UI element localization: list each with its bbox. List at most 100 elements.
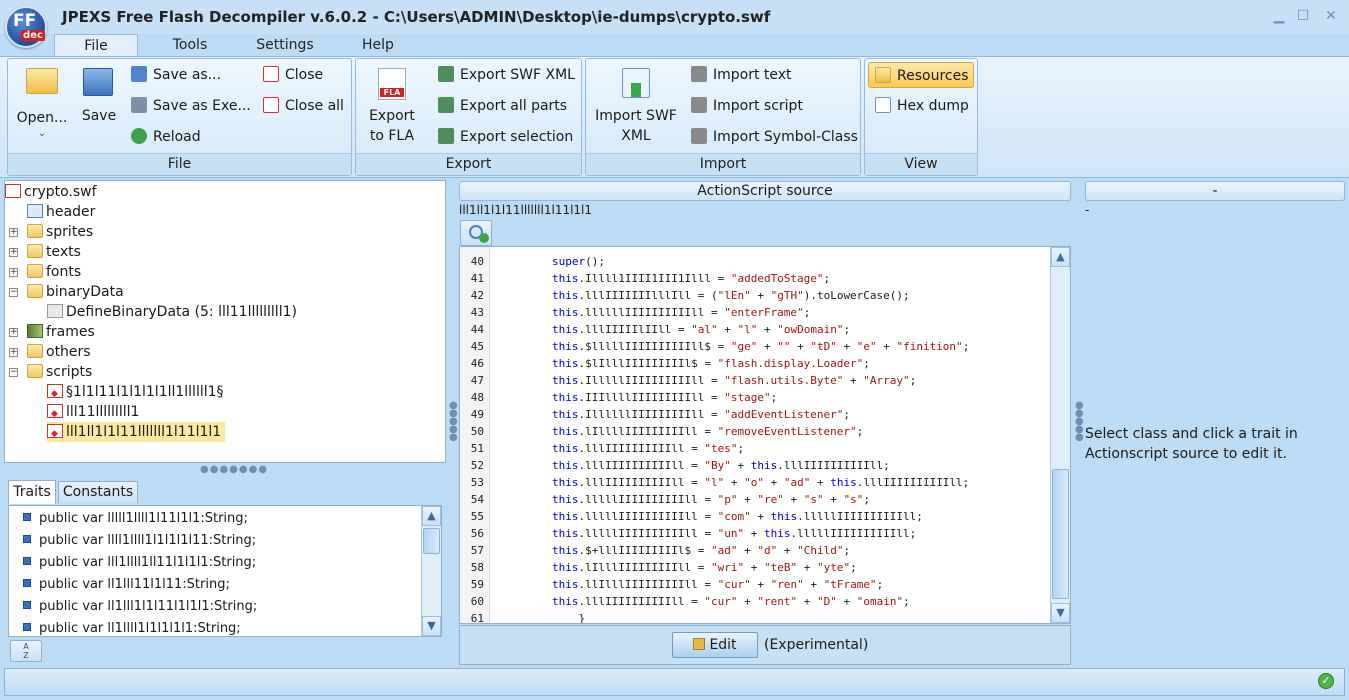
- sort-az-button[interactable]: A Z: [10, 640, 42, 662]
- expand-sprites-icon[interactable]: +: [9, 228, 18, 237]
- export-all-parts-button[interactable]: Export all parts: [438, 97, 567, 114]
- expand-frames-icon[interactable]: +: [9, 328, 18, 337]
- import-swf-xml-button[interactable]: Import SWF XML: [590, 62, 682, 152]
- right-vertical-splitter-handle[interactable]: ●●●●●: [1075, 401, 1084, 443]
- resource-tree[interactable]: crypto.swf header + sprites + texts + fo…: [4, 180, 446, 463]
- code-line[interactable]: 43 this.llllllIIIIIIIIIIll = "enterFrame"…: [460, 304, 811, 321]
- tree-item-header[interactable]: header: [27, 202, 95, 222]
- export-swf-xml-button[interactable]: Export SWF XML: [438, 66, 575, 83]
- code-line[interactable]: 52 this.lllIIIIIIIIIIll = "By" + this.lll…: [460, 457, 890, 474]
- code-keyword: this: [552, 578, 579, 591]
- tab-settings[interactable]: Settings: [248, 34, 322, 56]
- maximize-icon[interactable]: ☐: [1295, 8, 1311, 24]
- code-line[interactable]: 55 this.lllllIIIIIIIIIIll = "com" + this.…: [460, 508, 923, 525]
- resources-button[interactable]: Resources: [868, 62, 974, 88]
- scroll-down-icon[interactable]: ▼: [422, 616, 441, 636]
- scroll-down-icon[interactable]: ▼: [1051, 603, 1070, 623]
- tree-item-script-2[interactable]: lll11lllllllll1: [47, 402, 139, 424]
- tree-item-binarydata[interactable]: binaryData: [27, 282, 124, 302]
- trait-item[interactable]: public var ll1llll1l1l1l1l1:String;: [23, 618, 241, 636]
- horizontal-splitter-handle[interactable]: ●●●●●●●: [200, 464, 268, 475]
- close-window-icon[interactable]: ✕: [1323, 8, 1339, 24]
- code-line[interactable]: 51 this.lllIIIIIIIIIIll = "tes";: [460, 440, 744, 457]
- code-line[interactable]: 58 this.lIlllIIIIIIIIIll = "wri" + "teB" …: [460, 559, 857, 576]
- code-line[interactable]: 56 this.lllllIIIIIIIIIIll = "un" + this.l…: [460, 525, 917, 542]
- export-fla-button[interactable]: FLA Export to FLA: [360, 62, 424, 152]
- import-script-label: Import script: [713, 98, 803, 114]
- minimize-icon[interactable]: ▁: [1271, 8, 1287, 24]
- search-script-button[interactable]: [460, 220, 492, 246]
- code-line[interactable]: 54 this.lllllIIIIIIIIIIll = "p" + "re" + …: [460, 491, 870, 508]
- code-line[interactable]: 41 this.Illll1IIII1III1Illl = "addedToSta…: [460, 270, 830, 287]
- trait-item[interactable]: public var llll1llll1l1l1l1l11:String;: [23, 530, 256, 552]
- scroll-up-icon[interactable]: ▲: [1051, 247, 1070, 267]
- code-line[interactable]: 44 this.lllIIIIIlIIll = "al" + "l" + "owD…: [460, 321, 850, 338]
- tree-item-label: lll1ll1l1l11lllllll1l11l1l1: [66, 424, 222, 440]
- code-line[interactable]: 50 this.lIllllIIIIIIIIIll = "removeEventL…: [460, 423, 864, 440]
- code-line[interactable]: 47 this.IlllllIIIIIIIIIIll = "flash.utils…: [460, 372, 917, 389]
- tab-constants[interactable]: Constants: [58, 481, 138, 503]
- collapse-scripts-icon[interactable]: −: [9, 368, 18, 377]
- tree-item-script-1[interactable]: §1l1l11l1l1l1l1ll1llllll1§: [47, 382, 224, 404]
- code-scrollbar[interactable]: ▲ ▼: [1050, 247, 1070, 623]
- tab-tools[interactable]: Tools: [158, 34, 222, 56]
- app-logo-icon[interactable]: FF dec: [5, 6, 47, 48]
- code-line[interactable]: 61 }: [460, 610, 585, 623]
- close-button[interactable]: Close: [263, 66, 323, 83]
- tree-item-fonts[interactable]: fonts: [27, 262, 81, 282]
- tree-root[interactable]: crypto.swf: [5, 182, 97, 202]
- save-as-exe-button[interactable]: Save as Exe...: [131, 97, 251, 114]
- trait-item[interactable]: public var lllll1llll1l11l1l1:String;: [23, 508, 248, 530]
- tree-item-others[interactable]: others: [27, 342, 91, 362]
- save-button[interactable]: Save: [78, 62, 120, 150]
- tab-traits[interactable]: Traits: [8, 480, 56, 504]
- trait-item[interactable]: public var ll1lll11l1l11:String;: [23, 574, 230, 596]
- code-editor[interactable]: 40 super(); 41 this .Illll1IIII1III1Illl = "…: [459, 246, 1071, 624]
- open-dropdown-chevron-icon[interactable]: ⌄: [10, 128, 74, 139]
- line-number: 40: [470, 255, 484, 268]
- tree-item-sprites[interactable]: sprites: [27, 222, 93, 242]
- open-button[interactable]: Open... ⌄: [10, 62, 74, 150]
- tab-file[interactable]: File: [54, 34, 138, 56]
- code-line[interactable]: 45 this.$lllllIIIIIIIIIIll$ = "ge" + "" +…: [460, 338, 970, 355]
- trait-item[interactable]: public var lll1llll1ll11l1l1l1:String;: [23, 552, 256, 574]
- code-text: .lllIIIIIlIIll =: [578, 323, 692, 336]
- code-scroll-thumb[interactable]: [1052, 469, 1069, 599]
- import-text-button[interactable]: Import text: [691, 66, 792, 83]
- collapse-binarydata-icon[interactable]: −: [9, 288, 18, 297]
- code-line[interactable]: 59 this.llIlllIIIIIIIIIll = "cur" + "ren"…: [460, 576, 883, 593]
- code-line[interactable]: 53 this.lllIIIIIIIIIIll = "l" + "o" + "ad…: [460, 474, 970, 491]
- tree-item-definebinarydata[interactable]: DefineBinaryData (5: lll11lllllllll1): [47, 302, 297, 322]
- tree-item-texts[interactable]: texts: [27, 242, 81, 262]
- code-line[interactable]: 60 this.lllIIIIIIIIIIll = "cur" + "rent" …: [460, 593, 910, 610]
- code-line[interactable]: 49 this.IllllllIIIIIIIIIll = "addEventLis…: [460, 406, 850, 423]
- traits-scroll-thumb[interactable]: [423, 528, 440, 554]
- save-as-button[interactable]: Save as...: [131, 66, 221, 83]
- traits-scrollbar[interactable]: ▲ ▼: [421, 506, 441, 636]
- hex-dump-button[interactable]: Hex dump: [875, 97, 969, 114]
- tree-item-scripts[interactable]: scripts: [27, 362, 92, 382]
- edit-button[interactable]: Edit: [672, 632, 758, 658]
- code-line[interactable]: 40 super();: [460, 253, 605, 270]
- reload-button[interactable]: Reload: [131, 128, 201, 145]
- import-script-button[interactable]: Import script: [691, 97, 803, 114]
- tab-help[interactable]: Help: [352, 34, 404, 56]
- fla-badge: FLA: [380, 88, 404, 97]
- scroll-up-icon[interactable]: ▲: [422, 506, 441, 526]
- tree-item-frames[interactable]: frames: [27, 322, 95, 342]
- tree-item-label: frames: [46, 324, 95, 340]
- trait-item[interactable]: public var ll1lll1l1l11l1l1l1:String;: [23, 596, 257, 618]
- code-line[interactable]: 57 this.$+lllIIIIIIIIIl$ = "ad" + "d" + "…: [460, 542, 850, 559]
- import-symbol-class-button[interactable]: Import Symbol-Class: [691, 128, 858, 145]
- expand-fonts-icon[interactable]: +: [9, 268, 18, 277]
- expand-others-icon[interactable]: +: [9, 348, 18, 357]
- traits-list[interactable]: public var lllll1llll1l11l1l1:String; pu…: [8, 505, 442, 637]
- code-line[interactable]: 46 this.$lIlllIIIIIIIIIl$ = "flash.displa…: [460, 355, 870, 372]
- close-all-button[interactable]: Close all: [263, 97, 344, 114]
- code-line[interactable]: 42 this.lllIIIIIIIlllIll = ("lEn" + "gTH"…: [460, 287, 910, 304]
- expand-texts-icon[interactable]: +: [9, 248, 18, 257]
- export-selection-button[interactable]: Export selection: [438, 128, 573, 145]
- tree-item-script-3-selected[interactable]: lll1ll1l1l11lllllll1l11l1l1: [47, 422, 226, 444]
- left-vertical-splitter-handle[interactable]: ●●●●●: [449, 401, 458, 443]
- code-line[interactable]: 48 this.IIIllllIIIIIIIIIll = "stage";: [460, 389, 777, 406]
